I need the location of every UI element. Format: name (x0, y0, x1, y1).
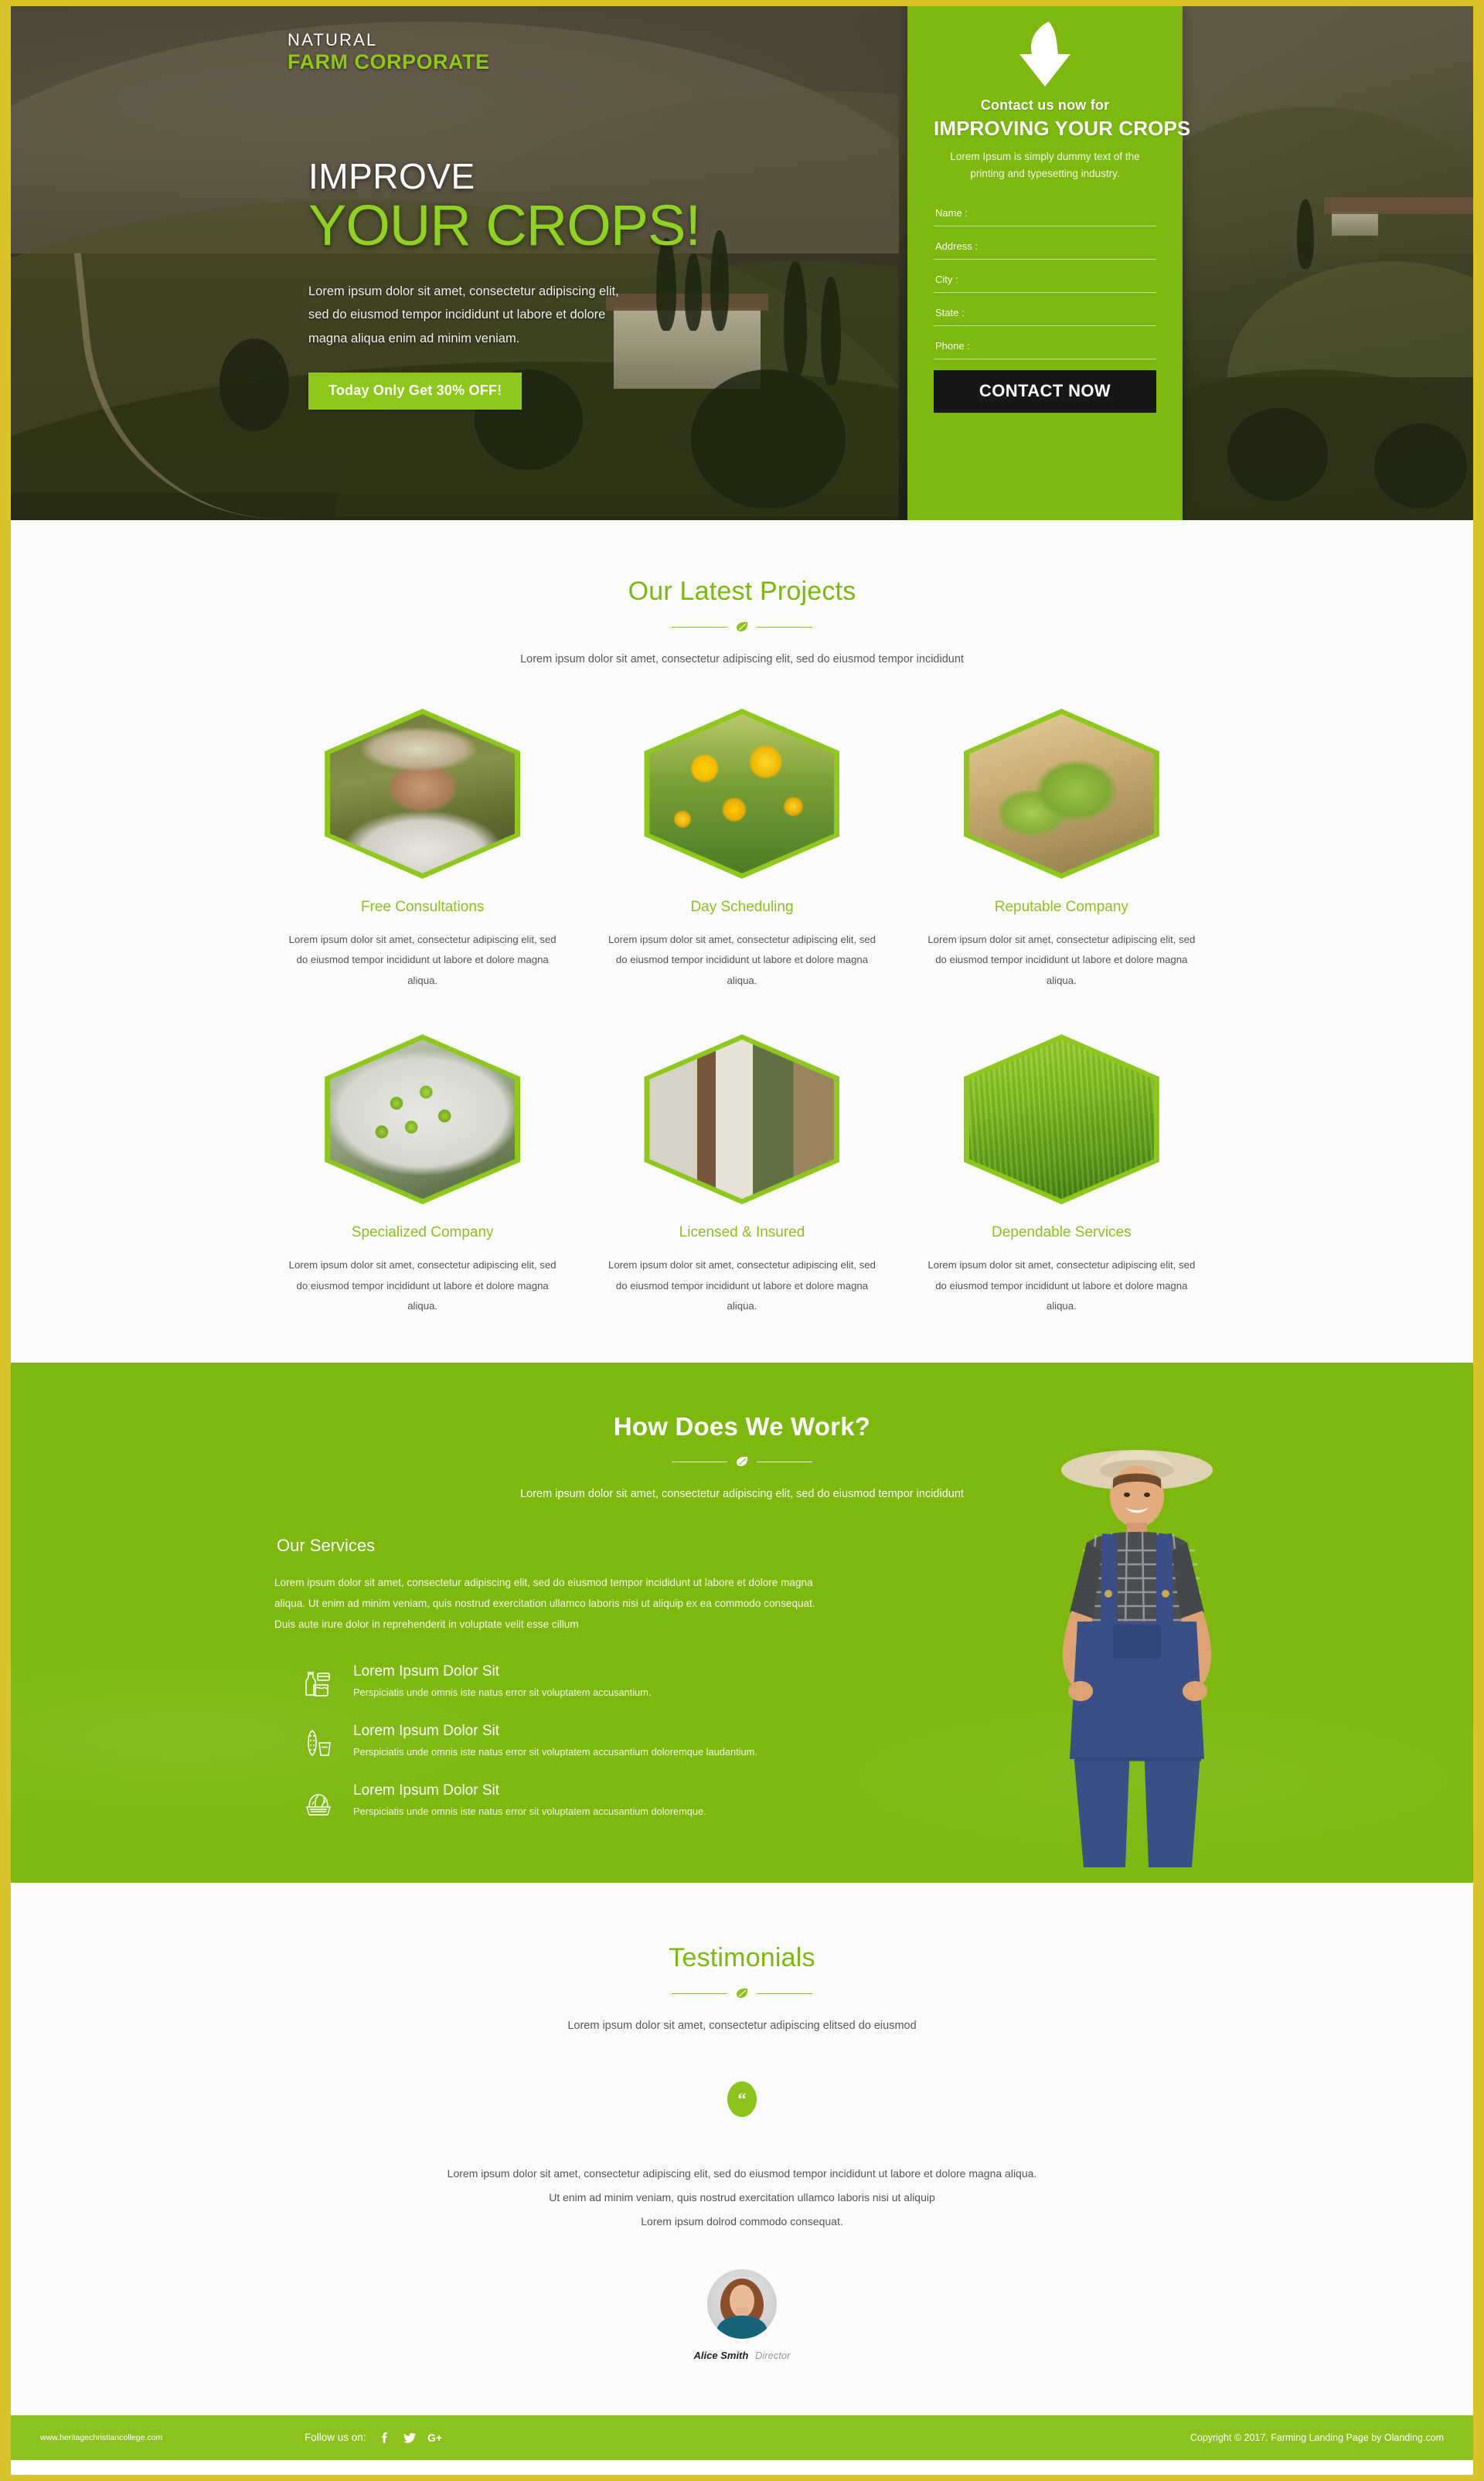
smiling-farmer-in-overalls-photo (1061, 1450, 1213, 1868)
project-hex-image (325, 709, 521, 879)
contact-now-button[interactable]: CONTACT NOW (934, 369, 1156, 413)
contact-form: CONTACT NOW (934, 203, 1156, 413)
brand-line-2: FARM CORPORATE (288, 49, 490, 73)
our-services-lede: Lorem ipsum dolor sit amet, consectetur … (274, 1577, 815, 1631)
form-eyebrow: Contact us now for (980, 97, 1110, 113)
project-hex-image (644, 1034, 840, 1205)
project-card[interactable]: Day Scheduling Lorem ipsum dolor sit ame… (594, 709, 890, 991)
phone-field-wrap (934, 336, 1156, 359)
service-title: Lorem Ipsum Dolor Sit (353, 1782, 500, 1799)
phone-input[interactable] (934, 336, 1156, 359)
state-input[interactable] (934, 303, 1156, 326)
service-title: Lorem Ipsum Dolor Sit (353, 1723, 500, 1740)
project-desc: Lorem ipsum dolor sit amet, consectetur … (288, 934, 556, 986)
author-name: Alice Smith (693, 2349, 749, 2361)
project-desc: Lorem ipsum dolor sit amet, consectetur … (608, 934, 876, 986)
follow-us-label: Follow us on: (305, 2432, 366, 2444)
projects-divider (11, 621, 1473, 633)
arrow-down-icon (1019, 22, 1070, 87)
project-desc: Lorem ipsum dolor sit amet, consectetur … (608, 1259, 876, 1312)
vegetable-basket-icon (301, 1785, 336, 1825)
project-title: Free Consultations (360, 899, 485, 915)
quote-mark-icon: “ (727, 2081, 757, 2118)
quote-line-2: Ut enim ad minim veniam, quis nostrud ex… (549, 2191, 935, 2204)
project-title: Day Scheduling (690, 899, 794, 915)
latest-projects-section: Our Latest Projects Lorem ipsum dolor si… (11, 520, 1473, 1363)
project-desc: Lorem ipsum dolor sit amet, consectetur … (928, 934, 1196, 986)
service-title: Lorem Ipsum Dolor Sit (353, 1663, 500, 1680)
state-field-wrap (934, 303, 1156, 326)
leaf-icon (737, 621, 748, 631)
how-we-work-section: How Does We Work? Lorem ipsum dolor sit … (11, 1363, 1473, 1884)
hero-title-line-1: IMPROVE (308, 156, 475, 196)
project-hex-image (644, 709, 840, 879)
project-card[interactable]: Free Consultations Lorem ipsum dolor sit… (274, 709, 570, 991)
project-card[interactable]: Specialized Company Lorem ipsum dolor si… (274, 1034, 570, 1316)
milk-bottle-and-jar-icon (301, 1666, 336, 1706)
city-input[interactable] (934, 270, 1156, 293)
name-field-wrap (934, 203, 1156, 226)
landing-page: NATURAL FARM CORPORATE IMPROVE YOUR CROP… (0, 0, 1484, 2481)
hero-copy: IMPROVE YOUR CROPS! Lorem ipsum dolor si… (308, 158, 772, 410)
project-title: Licensed & Insured (679, 1224, 805, 1241)
project-card[interactable]: Licensed & Insured Lorem ipsum dolor sit… (594, 1034, 890, 1316)
quote-line-3: Lorem ipsum dolrod commodo consequat. (641, 2215, 843, 2228)
author-role: Director (754, 2349, 791, 2361)
testimonials-section: Testimonials Lorem ipsum dolor sit amet,… (11, 1883, 1473, 2415)
hero-title-line-2: YOUR CROPS! (308, 193, 701, 258)
project-title: Specialized Company (351, 1224, 494, 1241)
leaf-icon (737, 1989, 748, 1999)
project-desc: Lorem ipsum dolor sit amet, consectetur … (928, 1259, 1196, 1312)
service-desc: Perspiciatis unde omnis iste natus error… (353, 1686, 652, 1699)
address-field-wrap (934, 237, 1156, 260)
facebook-icon[interactable] (376, 2430, 392, 2445)
avatar (707, 2268, 777, 2339)
quote-line-1: Lorem ipsum dolor sit amet, consectetur … (447, 2167, 1037, 2180)
project-hex-image (325, 1034, 521, 1205)
project-title: Dependable Services (992, 1224, 1132, 1241)
project-title: Reputable Company (994, 899, 1128, 915)
projects-header: Our Latest Projects Lorem ipsum dolor si… (11, 577, 1473, 665)
testimonial-author: Alice Smith Director (11, 2350, 1473, 2361)
service-desc: Perspiciatis unde omnis iste natus error… (353, 1746, 757, 1758)
google-plus-icon[interactable]: G+ (427, 2430, 443, 2445)
svg-text:G+: G+ (427, 2432, 442, 2444)
hero-cta-button[interactable]: Today Only Get 30% OFF! (308, 372, 522, 410)
site-url-link[interactable]: www.heritagechristiancollege.com (40, 2433, 162, 2442)
name-input[interactable] (934, 203, 1156, 226)
testimonials-divider (11, 1987, 1473, 1999)
brand-line-1: NATURAL (288, 30, 378, 49)
testimonial-quote: Lorem ipsum dolor sit amet, consectetur … (11, 2162, 1473, 2233)
hero-section: NATURAL FARM CORPORATE IMPROVE YOUR CROP… (11, 6, 1473, 520)
project-desc: Lorem ipsum dolor sit amet, consectetur … (288, 1259, 556, 1312)
page-footer: www.heritagechristiancollege.com Follow … (11, 2415, 1473, 2460)
twitter-icon[interactable] (402, 2430, 417, 2445)
corn-and-bucket-icon (301, 1726, 336, 1765)
contact-form-panel: Contact us now for IMPROVING YOUR CROPS … (907, 6, 1191, 520)
follow-us-group: Follow us on: G+ (305, 2430, 443, 2445)
project-hex-image (963, 1034, 1159, 1205)
address-input[interactable] (934, 237, 1156, 260)
testimonials-heading: Testimonials (669, 1943, 815, 1973)
service-desc: Perspiciatis unde omnis iste natus error… (353, 1805, 706, 1818)
projects-grid: Free Consultations Lorem ipsum dolor sit… (274, 709, 1210, 1316)
project-card[interactable]: Dependable Services Lorem ipsum dolor si… (914, 1034, 1210, 1316)
city-field-wrap (934, 270, 1156, 293)
leaf-icon (737, 1457, 748, 1467)
hero-right-landscape-photo (1181, 6, 1473, 520)
project-card[interactable]: Reputable Company Lorem ipsum dolor sit … (914, 709, 1210, 991)
form-subtext: Lorem Ipsum is simply dummy text of the … (950, 151, 1140, 179)
project-hex-image (963, 709, 1159, 879)
testimonials-header: Testimonials Lorem ipsum dolor sit amet,… (11, 1943, 1473, 2032)
copyright-text: Copyright © 2017. Farming Landing Page b… (1190, 2432, 1444, 2443)
hero-paragraph: Lorem ipsum dolor sit amet, consectetur … (308, 284, 619, 346)
projects-heading: Our Latest Projects (628, 577, 856, 606)
brand-logo[interactable]: NATURAL FARM CORPORATE (288, 30, 490, 73)
projects-subtitle: Lorem ipsum dolor sit amet, consectetur … (520, 653, 964, 665)
form-heading: IMPROVING YOUR CROPS (934, 117, 1191, 140)
testimonials-subtitle: Lorem ipsum dolor sit amet, consectetur … (567, 2020, 917, 2033)
